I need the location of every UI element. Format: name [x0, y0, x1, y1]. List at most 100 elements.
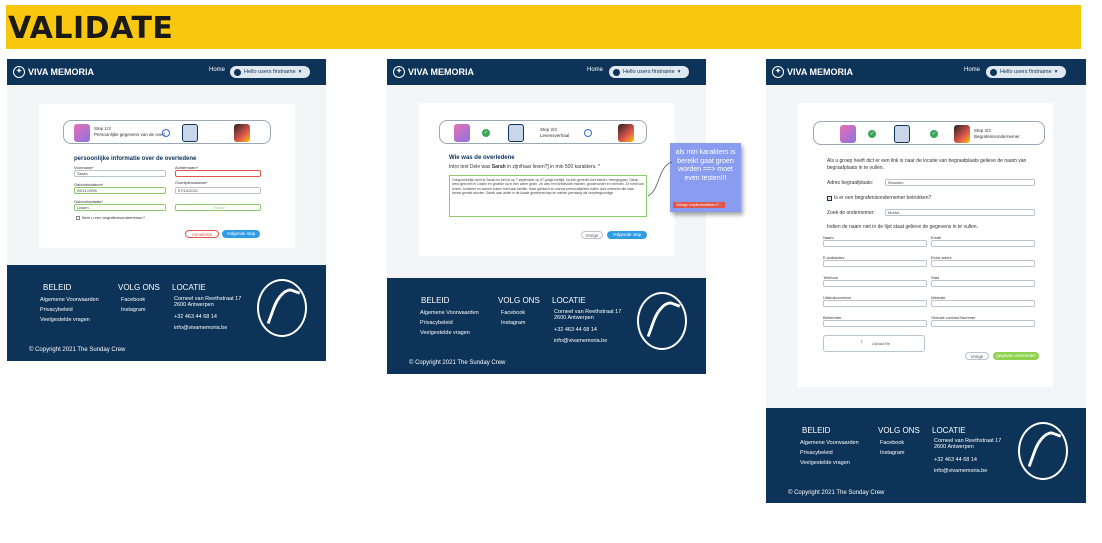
screen-step-1: ✦ VIVA MEMORIA Home Hello users firstname…: [7, 59, 326, 361]
location-intro: Als u groep heeft dict er een link is na…: [827, 158, 1027, 171]
form-card: ✓ Step 2/3 Levensverhaal Wie was de overl…: [419, 103, 675, 256]
footer-address-2: 2600 Antwerpen: [174, 302, 214, 308]
footer: BELEID VOLG ONS LOCATIE Algemene Voorwaa…: [7, 265, 326, 361]
footer-link-faq[interactable]: Veelgestelde vragen: [40, 317, 90, 323]
footer-link-privacy[interactable]: Privacybeleid: [40, 307, 73, 313]
form-field-input[interactable]: [823, 300, 927, 307]
form-field-input[interactable]: [823, 320, 927, 327]
achternaam-field[interactable]: [175, 170, 261, 177]
form-field-input[interactable]: [823, 280, 927, 287]
phoenix-logo-icon: ✦: [13, 66, 25, 78]
nav-home-link[interactable]: Home: [209, 67, 225, 73]
form-field-input[interactable]: [931, 260, 1035, 267]
step-2-complete-icon: ✓: [930, 130, 938, 138]
form-field-input[interactable]: [931, 280, 1035, 287]
step-1-illustration-icon: [74, 124, 90, 142]
logo-text: VIVA MEMORIA: [787, 67, 854, 77]
undertaker-checkbox-row[interactable]: Bent u een begrafenisondernemer?: [76, 215, 145, 220]
next-step-button[interactable]: Volgende stap: [607, 231, 647, 239]
step-3-illustration-icon: [954, 125, 970, 143]
logo[interactable]: ✦ VIVA MEMORIA: [13, 65, 94, 79]
user-avatar-icon: [990, 68, 997, 76]
footer-link-faq[interactable]: Veelgestelde vragen: [800, 460, 850, 466]
footer-beleid-heading: BELEID: [802, 426, 831, 435]
file-upload-box[interactable]: ⇧ Upload file: [823, 335, 925, 352]
form-field-input[interactable]: [931, 240, 1035, 247]
footer-volg-heading: VOLG ONS: [498, 296, 540, 305]
stepper: ✓ Step 2/3 Levensverhaal: [439, 120, 647, 144]
footer-link-faq[interactable]: Veelgestelde vragen: [420, 330, 470, 336]
step-subtitle: Persoonlijke gegevens van de overl.: [94, 132, 167, 137]
user-menu[interactable]: Hello users firstname ▾: [609, 66, 689, 78]
life-story-textarea[interactable]: Oorspronkelijk werd ik Sarah en ben ik o…: [449, 175, 647, 217]
footer-link-voorwaarden[interactable]: Algemene Voorwaarden: [40, 297, 99, 303]
footer-link-voorwaarden[interactable]: Algemene Voorwaarden: [800, 440, 859, 446]
navbar: ✦ VIVA MEMORIA Home Hello users firstname…: [387, 59, 706, 85]
phoenix-logo-icon: ✦: [393, 66, 405, 78]
form-card: Step 1/3 Persoonlijke gegevens van de ove…: [39, 104, 295, 248]
back-button[interactable]: Vorige: [581, 231, 603, 239]
checkbox-checked-icon[interactable]: ✓: [827, 195, 832, 201]
phoenix-emblem-icon: [1018, 422, 1068, 480]
next-step-button[interactable]: Volgende stap: [222, 230, 260, 238]
navbar: ✦ VIVA MEMORIA Home Hello users firstname…: [766, 59, 1086, 85]
geboorteplaats-field[interactable]: Lissen: [74, 204, 166, 211]
footer: BELEID VOLG ONS LOCATIE Algemene Voorwaa…: [766, 408, 1086, 503]
form-field-input[interactable]: [931, 320, 1035, 327]
user-avatar-icon: [613, 68, 620, 76]
footer-email[interactable]: info@vivamemoria.be: [174, 325, 227, 331]
form-field-input[interactable]: [931, 300, 1035, 307]
form-field-input[interactable]: [823, 260, 927, 267]
footer-beleid-heading: BELEID: [421, 296, 450, 305]
footer-copyright: © Copyright 2021 The Sunday Crew: [788, 490, 885, 496]
begraafplaats-select[interactable]: Wouwen: [885, 179, 1035, 186]
footer-link-instagram[interactable]: Instagram: [501, 320, 525, 326]
footer-link-instagram[interactable]: Instagram: [121, 307, 145, 313]
logo-text: VIVA MEMORIA: [408, 67, 475, 77]
back-button[interactable]: Vorige: [965, 352, 989, 360]
checkbox-label: Bent u een begrafenisondernemer?: [82, 215, 145, 220]
logo[interactable]: ✦ VIVA MEMORIA: [393, 65, 474, 79]
screen-step-3: ✦ VIVA MEMORIA Home Hello users firstname…: [766, 59, 1086, 503]
user-menu[interactable]: Hello users firstname ▾: [230, 66, 310, 78]
footer-email[interactable]: info@vivamemoria.be: [554, 338, 607, 344]
footer-link-privacy[interactable]: Privacybeleid: [800, 450, 833, 456]
overlijdensdatum-field[interactable]: 07/10/2021: [175, 187, 261, 194]
step-3-illustration-icon: [618, 124, 634, 142]
step-subtitle: Begrafenisondernemer: [974, 134, 1020, 139]
undertaker-checkbox-row[interactable]: ✓ Is er een begrafenisondernemer betrokk…: [827, 195, 931, 201]
upload-icon: ⇧: [860, 340, 864, 344]
footer-link-voorwaarden[interactable]: Algemene Voorwaarden: [420, 310, 479, 316]
checkbox-label: Is er een begrafenisondernemer betrokken…: [834, 195, 932, 201]
user-menu[interactable]: Hello users firstname ▾: [986, 66, 1066, 78]
cancel-button[interactable]: Annuleren: [185, 230, 219, 238]
ondernemer-select[interactable]: Morfut: [885, 209, 1035, 216]
user-menu-label: Hello users firstname: [244, 69, 296, 75]
ondernemer-label: Zoek de ondernemer:: [827, 210, 875, 216]
footer-link-privacy[interactable]: Privacybeleid: [420, 320, 453, 326]
validate-banner: VALIDATE: [6, 5, 1081, 49]
user-menu-label: Hello users firstname: [1000, 69, 1052, 75]
footer-phone: +32 463 44 68 14: [934, 457, 977, 463]
nav-home-link[interactable]: Home: [964, 67, 980, 73]
phoenix-logo-icon: ✦: [772, 66, 784, 78]
logo[interactable]: ✦ VIVA MEMORIA: [772, 65, 853, 79]
footer-link-facebook[interactable]: Facebook: [121, 297, 145, 303]
checkbox-icon[interactable]: [76, 215, 80, 220]
footer-address-2: 2600 Antwerpen: [934, 444, 974, 450]
footer-link-facebook[interactable]: Facebook: [880, 440, 904, 446]
footer-link-instagram[interactable]: Instagram: [880, 450, 904, 456]
user-avatar-icon: [234, 68, 241, 76]
form-field-input[interactable]: [823, 240, 927, 247]
geboortedatum-field[interactable]: 09/11/1995: [74, 187, 166, 194]
geslacht-select[interactable]: Vrouw: [175, 204, 261, 211]
footer-phone: +32 463 44 68 14: [174, 314, 217, 320]
footer-link-facebook[interactable]: Facebook: [501, 310, 525, 316]
list-hint: Indien de naam niet in de lijst staat ge…: [827, 224, 978, 230]
footer-volg-heading: VOLG ONS: [878, 426, 920, 435]
submit-button[interactable]: gegeven verzenden: [993, 352, 1039, 360]
footer-email[interactable]: info@vivamemoria.be: [934, 468, 987, 474]
nav-home-link[interactable]: Home: [587, 67, 603, 73]
voornaam-field[interactable]: Sarah: [74, 170, 166, 177]
step-2-illustration-icon: [182, 124, 198, 142]
